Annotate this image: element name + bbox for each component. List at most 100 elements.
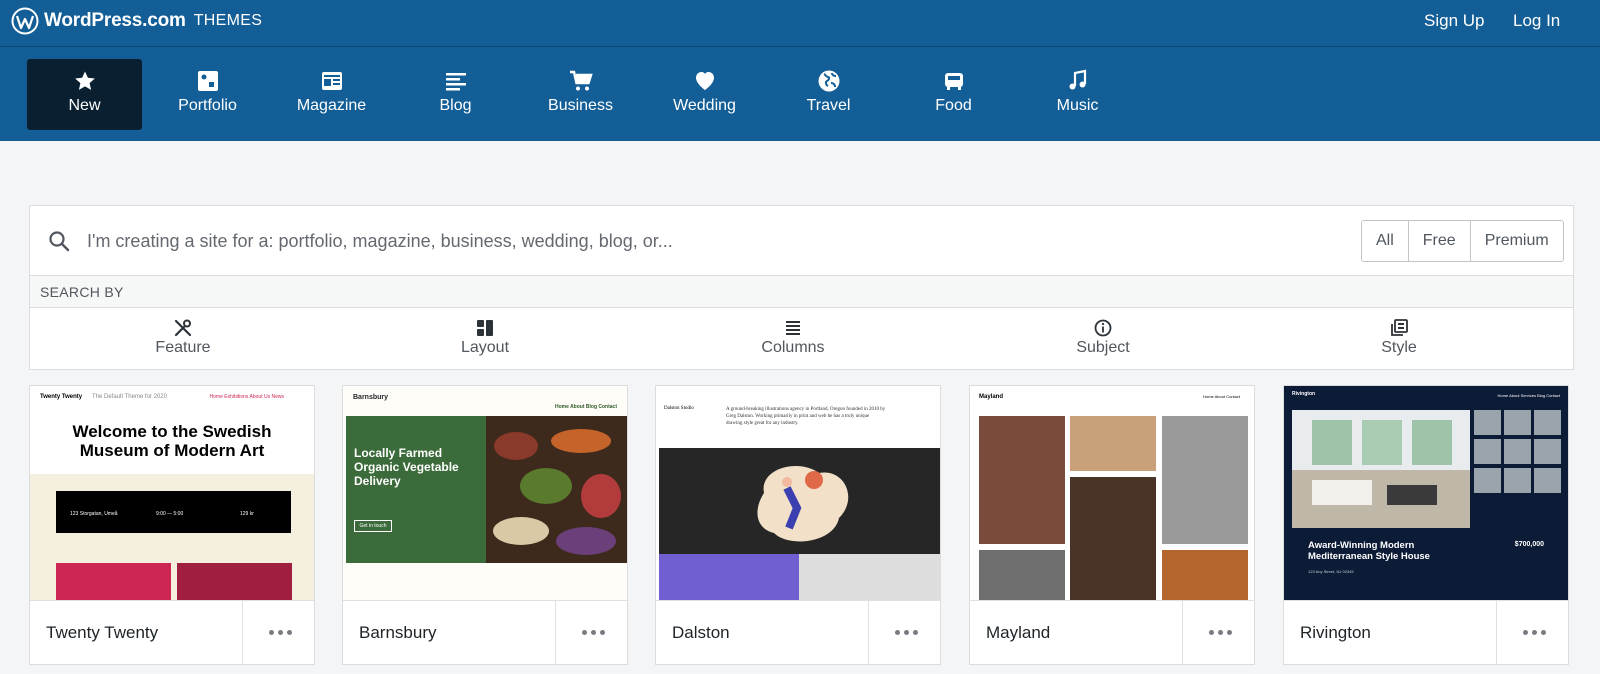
facet-label: Columns: [761, 339, 825, 356]
preview-info-price: 129 kr: [240, 511, 254, 517]
facet-style[interactable]: Style: [1324, 318, 1474, 357]
more-options-button[interactable]: [242, 601, 314, 664]
star-icon: [74, 71, 95, 90]
preview-image: [177, 563, 292, 600]
preview-portrait: [1162, 550, 1248, 600]
interior-illustration: [1292, 410, 1470, 528]
theme-screenshot[interactable]: Dalston Studio A ground-breaking illustr…: [656, 386, 940, 600]
brand[interactable]: WordPress.com THEMES: [11, 7, 262, 35]
category-business[interactable]: Business: [523, 59, 638, 130]
basketball-illustration: [757, 465, 849, 542]
category-blog[interactable]: Blog: [398, 59, 513, 130]
sign-up-link[interactable]: Sign Up: [1424, 11, 1484, 31]
ellipsis-icon: [895, 630, 918, 635]
brand-section: THEMES: [193, 12, 263, 29]
preview-hero: Locally Farmed Organic Vegetable Deliver…: [346, 416, 486, 563]
facet-subject[interactable]: Subject: [1028, 318, 1178, 357]
preview-image: [56, 563, 171, 600]
preview-site-title: Barnsbury: [353, 394, 389, 401]
filter-all-button[interactable]: All: [1362, 221, 1409, 261]
preview-portrait: [1070, 416, 1156, 471]
filter-free-button[interactable]: Free: [1408, 221, 1471, 261]
preview-site-title: Dalston Studio: [664, 406, 694, 411]
filter-premium-button[interactable]: Premium: [1470, 221, 1563, 261]
theme-card-dalston[interactable]: Dalston Studio A ground-breaking illustr…: [655, 385, 941, 665]
preview-vegetables-image: [486, 416, 627, 563]
ellipsis-icon: [269, 630, 292, 635]
preview-thumbnail: [1534, 410, 1561, 435]
preview-image: [799, 554, 940, 600]
category-nav: New Portfolio Magazine Blog Business Wed…: [0, 47, 1600, 141]
facet-label: Style: [1381, 339, 1417, 356]
music-note-icon: [1069, 69, 1086, 90]
category-portfolio[interactable]: Portfolio: [150, 59, 265, 130]
category-food[interactable]: Food: [896, 59, 1011, 130]
category-new[interactable]: New: [27, 59, 142, 130]
theme-screenshot[interactable]: Rivington Home About Services Blog Conta…: [1284, 386, 1568, 600]
brand-name: WordPress.com: [44, 10, 186, 31]
search-by-header: SEARCH BY: [30, 275, 1573, 308]
facet-label: Layout: [460, 339, 510, 356]
category-magazine[interactable]: Magazine: [274, 59, 389, 130]
category-music[interactable]: Music: [1020, 59, 1135, 130]
theme-card-twenty-twenty[interactable]: Twenty Twenty The Default Theme for 2020…: [29, 385, 315, 665]
more-options-button[interactable]: [868, 601, 940, 664]
preview-thumbnail: [1474, 410, 1501, 435]
preview-thumbnail: [1504, 468, 1531, 493]
style-icon: [1391, 319, 1408, 336]
magazine-icon: [321, 72, 342, 90]
preview-intro: A ground-breaking illustrations agency i…: [726, 407, 886, 426]
preview-info-hours: 9:00 — 5:00: [156, 511, 184, 517]
preview-thumbnail: [1474, 468, 1501, 493]
theme-name[interactable]: Twenty Twenty: [46, 623, 158, 643]
preview-thumbnail: [1534, 439, 1561, 464]
theme-card-barnsbury[interactable]: Barnsbury Home About Blog Contact Locall…: [342, 385, 628, 665]
theme-screenshot[interactable]: Barnsbury Home About Blog Contact Locall…: [343, 386, 627, 600]
preview-thumbnail: [1504, 439, 1531, 464]
preview-nav: Home About Blog Contact: [554, 404, 617, 410]
facet-columns[interactable]: Columns: [718, 318, 868, 357]
preview-headline: Welcome to the Swedish Museum of Modern …: [72, 422, 272, 460]
preview-nav: Home Exhibitions About Us News: [209, 394, 284, 400]
search-icon[interactable]: [47, 229, 71, 253]
theme-screenshot[interactable]: Twenty Twenty The Default Theme for 2020…: [30, 386, 314, 600]
info-icon: [1094, 319, 1112, 337]
search-input[interactable]: [87, 224, 1287, 258]
globe-icon: [818, 70, 839, 92]
category-label: Portfolio: [178, 97, 237, 114]
tier-filter: All Free Premium: [1361, 220, 1564, 262]
theme-screenshot[interactable]: Mayland Home About Contact: [970, 386, 1254, 600]
category-label: Business: [548, 97, 613, 114]
log-in-link[interactable]: Log In: [1513, 11, 1560, 31]
theme-card-mayland[interactable]: Mayland Home About Contact Mayland: [969, 385, 1255, 665]
preview-rivington: Rivington Home About Services Blog Conta…: [1284, 386, 1568, 600]
facet-layout[interactable]: Layout: [410, 318, 560, 357]
preview-headline: Award-Winning Modern Mediterranean Style…: [1308, 540, 1430, 562]
preview-info-address: 123 Storgatan, Umeå: [70, 511, 118, 517]
category-wedding[interactable]: Wedding: [647, 59, 762, 130]
portfolio-icon: [197, 71, 218, 91]
preview-portrait: [979, 550, 1065, 600]
card-footer: Dalston: [656, 600, 940, 664]
theme-name[interactable]: Dalston: [672, 623, 730, 643]
more-options-button[interactable]: [1496, 601, 1568, 664]
category-label: Food: [935, 97, 972, 114]
facet-feature[interactable]: Feature: [108, 318, 258, 357]
top-bar: WordPress.com THEMES Sign Up Log In: [0, 0, 1600, 47]
preview-thumbnail-grid: [1474, 410, 1562, 496]
more-options-button[interactable]: [1182, 601, 1254, 664]
cart-icon: [569, 70, 593, 91]
theme-name[interactable]: Rivington: [1300, 623, 1371, 643]
preview-site-title: Rivington: [1292, 391, 1316, 397]
search-by-label: SEARCH BY: [40, 284, 124, 300]
layout-icon: [477, 320, 493, 336]
preview-thumbnail: [1534, 468, 1561, 493]
category-label: Music: [1056, 97, 1099, 114]
theme-name[interactable]: Mayland: [986, 623, 1050, 643]
preview-nav: Home About Contact: [1203, 394, 1240, 399]
theme-name[interactable]: Barnsbury: [359, 623, 436, 643]
preview-dalston: Dalston Studio A ground-breaking illustr…: [656, 386, 940, 600]
category-travel[interactable]: Travel: [771, 59, 886, 130]
theme-card-rivington[interactable]: Rivington Home About Services Blog Conta…: [1283, 385, 1569, 665]
more-options-button[interactable]: [555, 601, 627, 664]
